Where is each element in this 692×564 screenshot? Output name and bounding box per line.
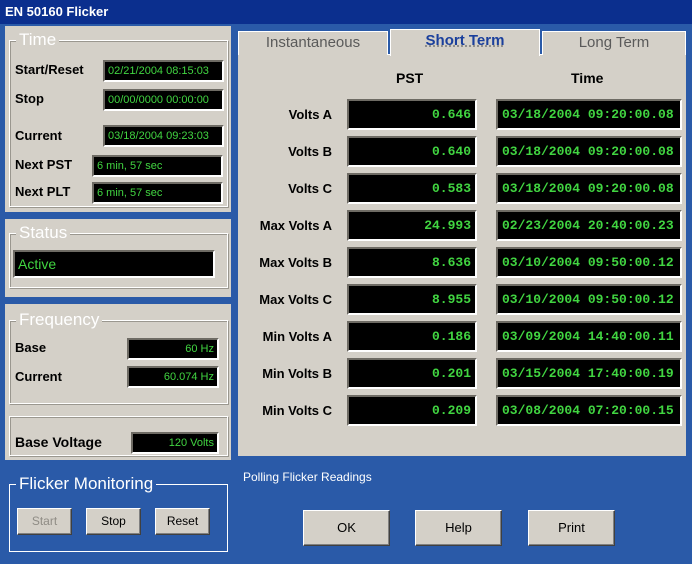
pst-value: 8.636	[347, 247, 477, 278]
print-button[interactable]: Print	[528, 510, 615, 546]
pst-value: 8.955	[347, 284, 477, 315]
stop-label: Stop	[15, 91, 44, 106]
row-label: Min Volts C	[262, 403, 332, 418]
base-voltage-value: 120 Volts	[131, 432, 219, 454]
pst-value: 0.201	[347, 358, 477, 389]
pst-value: 0.186	[347, 321, 477, 352]
pst-value: 0.583	[347, 173, 477, 204]
next-plt-value: 6 min, 57 sec	[92, 182, 223, 204]
time-value: 03/09/2004 14:40:00.11	[496, 321, 682, 352]
flicker-monitoring-legend: Flicker Monitoring	[16, 474, 157, 494]
row-label: Max Volts C	[259, 292, 332, 307]
left-separator-2	[5, 297, 231, 304]
current-frequency-value: 60.074 Hz	[127, 366, 219, 388]
pst-value: 0.640	[347, 136, 477, 167]
next-pst-label: Next PST	[15, 157, 73, 172]
row-label: Max Volts B	[259, 255, 332, 270]
row-label: Volts B	[288, 144, 332, 159]
time-value: 03/08/2004 07:20:00.15	[496, 395, 682, 426]
frequency-group: Frequency	[9, 310, 228, 404]
time-column-header: Time	[571, 70, 604, 86]
time-value: 02/23/2004 20:40:00.23	[496, 210, 682, 241]
next-pst-value: 6 min, 57 sec	[92, 155, 223, 177]
stop-value: 00/00/0000 00:00:00	[103, 89, 224, 111]
base-frequency-value: 60 Hz	[127, 338, 219, 360]
time-value: 03/18/2004 09:20:00.08	[496, 99, 682, 130]
base-voltage-label: Base Voltage	[15, 434, 102, 450]
pst-value: 0.646	[347, 99, 477, 130]
base-frequency-label: Base	[15, 340, 47, 355]
current-time-value: 03/18/2004 09:23:03	[103, 125, 224, 147]
start-button[interactable]: Start	[17, 508, 72, 535]
start-reset-label: Start/Reset	[15, 62, 84, 77]
stop-button[interactable]: Stop	[86, 508, 141, 535]
tab-short-term[interactable]: Short Term	[390, 29, 540, 56]
time-value: 03/18/2004 09:20:00.08	[496, 136, 682, 167]
help-button[interactable]: Help	[415, 510, 502, 546]
start-reset-value: 02/21/2004 08:15:03	[103, 60, 224, 82]
frequency-legend: Frequency	[16, 310, 103, 330]
next-plt-label: Next PLT	[15, 184, 71, 199]
time-value: 03/10/2004 09:50:00.12	[496, 247, 682, 278]
status-legend: Status	[16, 223, 71, 243]
current-time-label: Current	[15, 128, 62, 143]
time-value: 03/18/2004 09:20:00.08	[496, 173, 682, 204]
row-label: Volts A	[288, 107, 332, 122]
ok-button[interactable]: OK	[303, 510, 390, 546]
left-separator-1	[5, 212, 231, 219]
status-message: Polling Flicker Readings	[243, 470, 372, 484]
status-value: Active	[13, 250, 215, 278]
current-frequency-label: Current	[15, 369, 62, 384]
time-legend: Time	[16, 30, 60, 50]
time-value: 03/10/2004 09:50:00.12	[496, 284, 682, 315]
row-label: Min Volts B	[262, 366, 332, 381]
row-label: Max Volts A	[259, 218, 332, 233]
pst-value: 24.993	[347, 210, 477, 241]
pst-value: 0.209	[347, 395, 477, 426]
window-title: EN 50160 Flicker	[0, 0, 692, 24]
row-label: Volts C	[288, 181, 332, 196]
pst-column-header: PST	[396, 70, 424, 86]
row-label: Min Volts A	[262, 329, 332, 344]
tab-long-term[interactable]: Long Term	[542, 31, 686, 55]
time-value: 03/15/2004 17:40:00.19	[496, 358, 682, 389]
reset-button[interactable]: Reset	[155, 508, 210, 535]
tab-instantaneous[interactable]: Instantaneous	[238, 31, 388, 55]
